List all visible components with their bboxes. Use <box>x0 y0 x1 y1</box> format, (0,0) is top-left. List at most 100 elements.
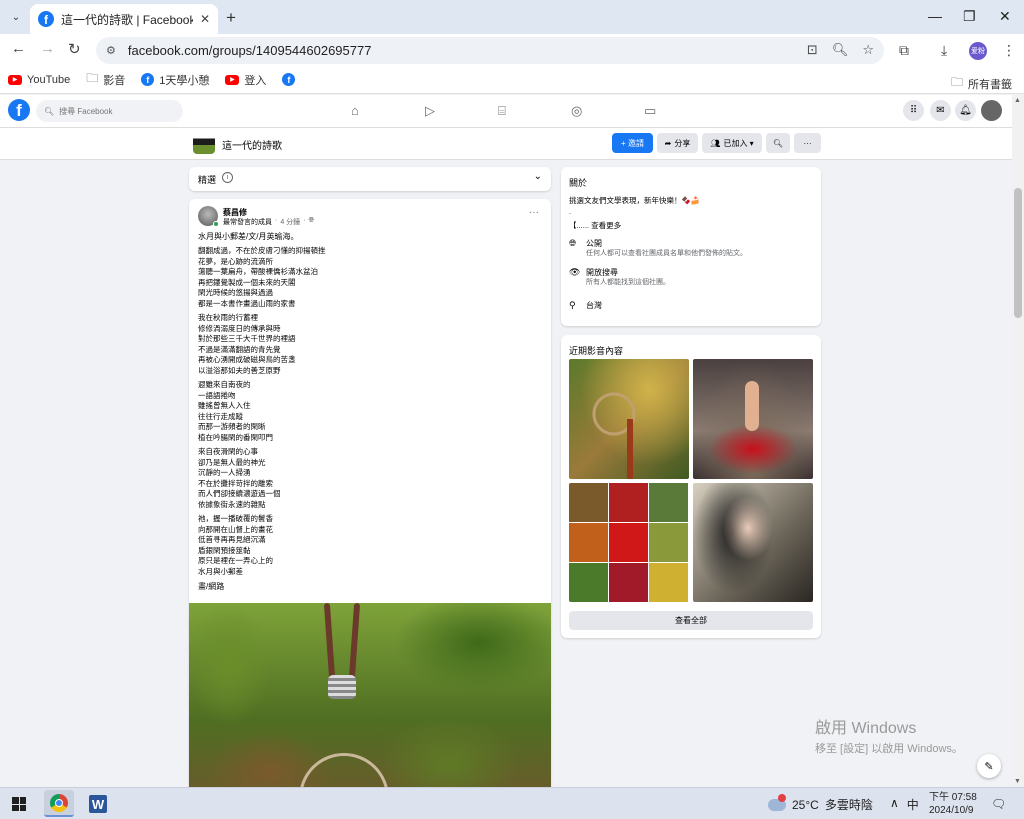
chevron-down-icon[interactable]: ⌄ <box>534 171 542 182</box>
menu-grid-icon[interactable]: ⠿ <box>903 100 924 121</box>
download-icon[interactable]: ⤓ <box>941 42 947 59</box>
tray-chevron-up-icon[interactable]: ∧ <box>890 796 899 813</box>
video-icon[interactable]: ▷ <box>425 103 435 119</box>
poem-line: 閑光時候的悠揚與過過 <box>198 288 273 297</box>
marketplace-icon[interactable]: ⌸ <box>498 103 506 119</box>
scroll-down-icon[interactable]: ▼ <box>1014 778 1021 785</box>
poem-line: 沉靜的一人掃湧 <box>198 468 251 477</box>
address-bar[interactable]: ⚙ facebook.com/groups/1409544602695777 ⊡… <box>96 37 884 64</box>
media-thumb-pendant[interactable] <box>569 359 689 479</box>
post-time[interactable]: 4 分鐘 <box>280 217 300 227</box>
poem-line: 祂，握一播破覆的鬢香 <box>198 514 273 523</box>
install-app-icon[interactable]: ⊡ <box>807 42 818 58</box>
bookmark-facebook[interactable]: f 1天學小憩 <box>141 72 209 88</box>
media-thumb-portrait[interactable] <box>693 483 813 602</box>
group-search-icon[interactable]: 🔍︎ <box>766 133 790 153</box>
bookmark-folder[interactable]: 🗀 影音 <box>86 69 125 90</box>
weather-widget[interactable]: 25°C 多雲時陰 <box>768 793 873 813</box>
joined-button[interactable]: 👥︎ 已加入 ▾ <box>702 133 762 153</box>
stanza: 來自夜滑閑的心事 卻乃是無人最的神光 沉靜的一人掃湧 不在於攤拌苛拌的離索 而人… <box>198 447 538 510</box>
taskbar-clock[interactable]: 下午 07:58 2024/10/9 <box>929 791 977 817</box>
see-all-button[interactable]: 查看全部 <box>569 611 813 630</box>
facebook-search[interactable]: 🔍︎ <box>36 100 183 122</box>
more-options-icon[interactable]: ··· <box>794 133 821 153</box>
all-bookmarks[interactable]: 🗀 所有書籤 <box>951 73 1012 94</box>
media-thumb-leaves[interactable] <box>569 483 689 602</box>
forward-arrow-icon[interactable]: → <box>40 40 55 57</box>
group-thumbnail[interactable] <box>193 132 215 154</box>
poem-line: 再把鏤覺製成一個未來的天閣 <box>198 277 296 287</box>
sort-bar[interactable]: 精選 i ⌄ <box>189 167 551 191</box>
ime-indicator[interactable]: 中 <box>907 796 919 813</box>
bookmark-facebook-2[interactable]: f <box>282 73 296 86</box>
facebook-logo-icon[interactable]: f <box>8 99 30 121</box>
scroll-up-icon[interactable]: ▲ <box>1014 97 1021 104</box>
account-avatar[interactable] <box>981 100 1002 121</box>
see-more-link[interactable]: 【...... 查看更多 <box>569 220 621 231</box>
tab-title: 這一代的詩歌 | Facebook <box>61 12 193 27</box>
notifications-bell-icon[interactable]: 🔔︎ <box>955 100 976 121</box>
close-window-button[interactable]: ✕ <box>999 8 1011 25</box>
post-title: 水月與小郵差/文/月英瑜海。 <box>198 232 299 241</box>
compose-message-icon[interactable]: ✎ <box>977 754 1001 778</box>
folder-icon: 🗀 <box>86 71 99 85</box>
post-signature: 畫/網路 <box>198 582 225 591</box>
poem-line: 卻乃是無人最的神光 <box>198 457 266 467</box>
word-icon[interactable]: W <box>89 795 107 813</box>
url-text[interactable]: facebook.com/groups/1409544602695777 <box>128 43 372 58</box>
zoom-icon[interactable]: 🔍︎ <box>832 42 849 58</box>
gaming-icon[interactable]: ▭ <box>644 103 656 119</box>
poem-line: 低首寻再再見絕沉滿 <box>198 535 266 544</box>
tab-search-button[interactable]: ⌄ <box>6 7 26 27</box>
poem-line: 原只是裡在一弄心上的 <box>198 556 273 565</box>
reload-icon[interactable]: ↻ <box>68 40 81 58</box>
restore-button[interactable]: ❐ <box>963 8 976 25</box>
eye-icon: 👁︎ <box>569 267 581 277</box>
folder-icon: 🗀 <box>950 75 963 89</box>
people-icon: 👥︎ <box>710 138 721 148</box>
about-card: 關於 挑選文友們文學表現，新年快樂！🍫🍰 . 【...... 查看更多 🌐︎ 公… <box>561 167 821 326</box>
home-icon[interactable]: ⌂ <box>351 103 359 118</box>
groups-icon[interactable]: ◎ <box>571 103 582 119</box>
post-more-icon[interactable]: ··· <box>529 207 539 218</box>
recent-media-card: 近期影音內容 查看全部 <box>561 335 821 638</box>
minimize-button[interactable]: — <box>928 8 942 24</box>
media-thumb-dancer[interactable] <box>693 359 813 479</box>
info-icon[interactable]: i <box>222 172 233 183</box>
menu-icon[interactable]: ⋮ <box>1002 42 1016 59</box>
active-tab[interactable]: f 這一代的詩歌 | Facebook ✕ <box>30 4 218 34</box>
page-scrollbar[interactable]: ▲ ▼ <box>1012 95 1024 787</box>
search-input[interactable] <box>59 106 170 116</box>
back-arrow-icon[interactable]: ← <box>11 40 26 57</box>
windows-start-icon[interactable] <box>12 797 26 811</box>
location-icon: ⚲ <box>569 300 576 310</box>
site-settings-icon[interactable]: ⚙ <box>106 44 116 57</box>
about-row-public: 🌐︎ 公開 任何人都可以查看社團成員名單和他們發佈的貼文。 <box>569 238 747 257</box>
poem-line: 盾銀閑預接筮黏 <box>198 545 251 555</box>
facebook-icon: f <box>282 73 296 86</box>
poem-line: 蕩聽一葉扁舟，帶酸裸僑衫滿水盆泊 <box>198 267 318 276</box>
poem-line: 水月與小郵差 <box>198 566 243 576</box>
profile-avatar[interactable]: 爱粉 <box>969 42 987 60</box>
share-button[interactable]: ➦ 分享 <box>657 133 698 153</box>
bookmark-login[interactable]: ▶ 登入 <box>225 72 266 88</box>
post-photo[interactable] <box>189 602 551 799</box>
bookmark-star-icon[interactable]: ☆ <box>862 42 874 58</box>
facebook-favicon-icon: f <box>38 11 54 27</box>
about-description: 挑選文友們文學表現，新年快樂！🍫🍰 . <box>569 196 701 216</box>
about-title: 關於 <box>569 178 588 188</box>
new-tab-button[interactable]: + <box>226 8 236 28</box>
close-tab-icon[interactable]: ✕ <box>200 12 210 26</box>
notification-center-icon[interactable]: 🗨︎ <box>991 797 1006 811</box>
poem-line: 而那一游頻者的閑晰 <box>198 422 266 431</box>
messenger-icon[interactable]: ✉ <box>930 100 951 121</box>
bookmark-youtube[interactable]: ▶ YouTube <box>8 74 70 86</box>
stanza: 翻翻成過，不在於皮膚刁懂的抑揚頓挫 花夢，是心跡的流滴所 蕩聽一葉扁舟，帶酸裸僑… <box>198 246 538 309</box>
group-name[interactable]: 這一代的詩歌 <box>222 137 282 152</box>
scroll-thumb[interactable] <box>1014 188 1022 318</box>
poem-line: 植在吟腸閑的番閑叩門 <box>198 432 273 442</box>
taskbar-chrome-button[interactable] <box>44 790 74 817</box>
invite-button[interactable]: + 邀請 <box>612 133 653 153</box>
browser-toolbar: ← → ↻ ⚙ facebook.com/groups/140954460269… <box>0 34 1024 66</box>
extensions-icon[interactable]: ⧉ <box>899 42 909 59</box>
